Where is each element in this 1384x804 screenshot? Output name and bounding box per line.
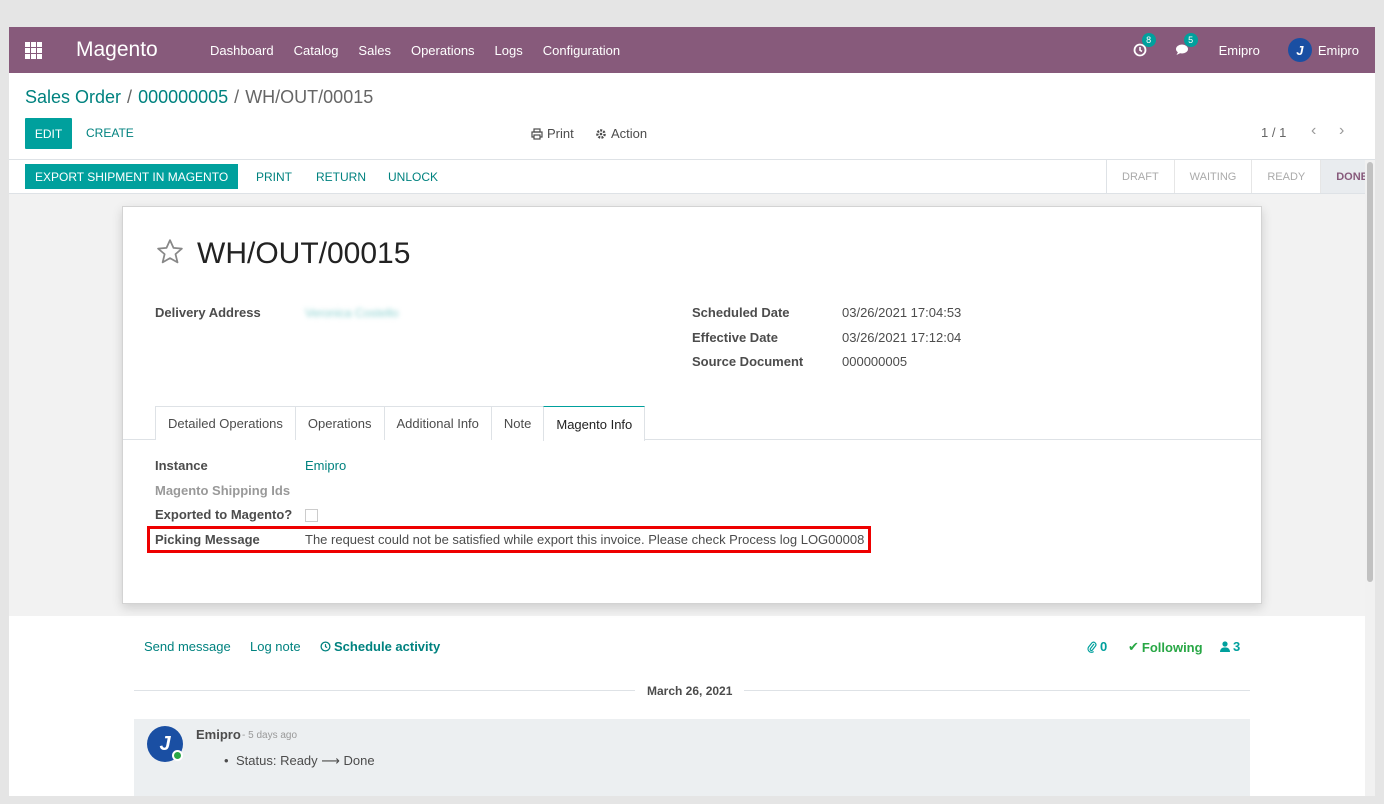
unlock-button[interactable]: UNLOCK (388, 170, 438, 184)
message-author[interactable]: Emipro (196, 727, 241, 742)
tab-operations[interactable]: Operations (294, 406, 385, 440)
top-navbar: Magento Dashboard Catalog Sales Operatio… (9, 27, 1375, 73)
followers-button[interactable]: 3 (1220, 639, 1240, 654)
user-name: Emipro (1317, 42, 1359, 58)
followers-count: 3 (1233, 639, 1241, 654)
delivery-address-value[interactable]: Veronica Costello (305, 306, 398, 320)
action-dropdown[interactable]: Action (595, 126, 647, 141)
breadcrumb-separator: / (234, 87, 240, 107)
control-panel: Sales Order/000000005/WH/OUT/00015 EDIT … (9, 73, 1375, 160)
company-switcher[interactable]: Emipro (1219, 43, 1260, 58)
app-window: Magento Dashboard Catalog Sales Operatio… (9, 27, 1375, 796)
tab-detailed-operations[interactable]: Detailed Operations (155, 406, 296, 440)
menu-configuration[interactable]: Configuration (543, 43, 620, 58)
shipping-ids-label: Magento Shipping Ids (155, 483, 291, 498)
effective-date-label: Effective Date (692, 330, 778, 345)
breadcrumb-order[interactable]: 000000005 (138, 87, 228, 107)
send-message-button[interactable]: Send message (144, 639, 231, 654)
chatter-message: J Emipro - 5 days ago Status: Ready ⟶ Do… (134, 719, 1250, 796)
gear-icon (596, 128, 606, 139)
date-separator: March 26, 2021 (635, 684, 745, 698)
user-avatar: J (1287, 38, 1312, 62)
message-time: - 5 days ago (242, 730, 298, 741)
app-brand[interactable]: Magento (76, 38, 158, 62)
schedule-activity-button[interactable]: Schedule activity (320, 639, 440, 654)
effective-date-value: 03/26/2021 17:12:04 (842, 330, 962, 345)
attachments-count: 0 (1100, 639, 1108, 654)
message-tracking-value: Status: Ready ⟶ Done (224, 753, 375, 769)
export-shipment-button[interactable]: EXPORT SHIPMENT IN MAGENTO (25, 164, 239, 189)
scheduled-date-value: 03/26/2021 17:04:53 (842, 305, 962, 320)
check-icon: ✔ (1128, 639, 1139, 654)
online-status-icon (172, 750, 183, 761)
menu-logs[interactable]: Logs (495, 43, 523, 58)
instance-label: Instance (155, 458, 208, 473)
source-document-value: 000000005 (842, 354, 908, 369)
exported-label: Exported to Magento? (155, 507, 293, 522)
paperclip-icon (1087, 641, 1097, 653)
stage-waiting[interactable]: WAITING (1175, 160, 1253, 193)
scrollbar-thumb[interactable] (1367, 162, 1373, 582)
breadcrumb-separator: / (127, 87, 133, 107)
schedule-activity-label: Schedule activity (334, 639, 441, 654)
message-count-badge: 5 (1183, 33, 1198, 47)
stage-pipeline: DRAFT WAITING READY DONE (1106, 160, 1375, 193)
breadcrumb-current: WH/OUT/00015 (245, 87, 374, 107)
following-label: Following (1141, 639, 1203, 655)
highlight-box (147, 526, 871, 553)
clock-icon (320, 641, 331, 652)
record-title: WH/OUT/00015 (197, 237, 411, 270)
form-statusbar: EXPORT SHIPMENT IN MAGENTO PRINT RETURN … (9, 160, 1375, 194)
stage-draft[interactable]: DRAFT (1107, 160, 1175, 193)
scheduled-date-label: Scheduled Date (692, 305, 790, 320)
delivery-address-label: Delivery Address (155, 305, 261, 320)
log-note-button[interactable]: Log note (250, 639, 301, 654)
messaging-menu[interactable]: 5 (1175, 33, 1198, 57)
edit-button[interactable]: EDIT (25, 118, 72, 149)
pager-next-icon[interactable]: › (1339, 122, 1344, 140)
breadcrumb: Sales Order/000000005/WH/OUT/00015 (25, 87, 373, 108)
return-button[interactable]: RETURN (316, 170, 366, 184)
tab-note[interactable]: Note (490, 406, 545, 440)
activity-menu[interactable]: 8 (1133, 33, 1156, 57)
create-button[interactable]: CREATE (86, 126, 134, 140)
pager-value[interactable]: 1 / 1 (1261, 125, 1286, 140)
print-button[interactable]: PRINT (256, 170, 292, 184)
tab-magento-info[interactable]: Magento Info (543, 406, 646, 441)
stage-ready[interactable]: READY (1252, 160, 1322, 193)
menu-sales[interactable]: Sales (358, 43, 391, 58)
vertical-scrollbar[interactable] (1365, 160, 1375, 796)
breadcrumb-sales-order[interactable]: Sales Order (25, 87, 121, 107)
pager-previous-icon[interactable]: ‹ (1311, 122, 1316, 140)
menu-dashboard[interactable]: Dashboard (210, 43, 274, 58)
activity-count-badge: 8 (1141, 33, 1156, 47)
attachments-button[interactable]: 0 (1087, 639, 1107, 654)
instance-link[interactable]: Emipro (305, 458, 346, 473)
apps-menu-icon[interactable] (25, 42, 42, 59)
following-button[interactable]: ✔ Following (1128, 639, 1203, 655)
action-label: Action (611, 126, 648, 141)
form-sheet: WH/OUT/00015 Delivery Address Veronica C… (122, 206, 1262, 604)
exported-checkbox[interactable] (305, 509, 318, 522)
source-document-label: Source Document (692, 354, 804, 369)
tab-additional-info[interactable]: Additional Info (383, 406, 492, 440)
menu-operations[interactable]: Operations (411, 43, 475, 58)
systray: 8 5 Emipro J Emipro (1133, 27, 1375, 73)
print-icon (531, 127, 543, 140)
notebook-tabs: Detailed Operations Operations Additiona… (155, 406, 646, 441)
star-icon[interactable] (155, 237, 185, 267)
print-dropdown[interactable]: Print (531, 126, 574, 141)
menu-catalog[interactable]: Catalog (294, 43, 339, 58)
user-icon (1220, 641, 1230, 652)
main-menu: Dashboard Catalog Sales Operations Logs … (210, 27, 640, 73)
user-menu[interactable]: J Emipro (1287, 38, 1359, 62)
print-label: Print (547, 126, 574, 141)
